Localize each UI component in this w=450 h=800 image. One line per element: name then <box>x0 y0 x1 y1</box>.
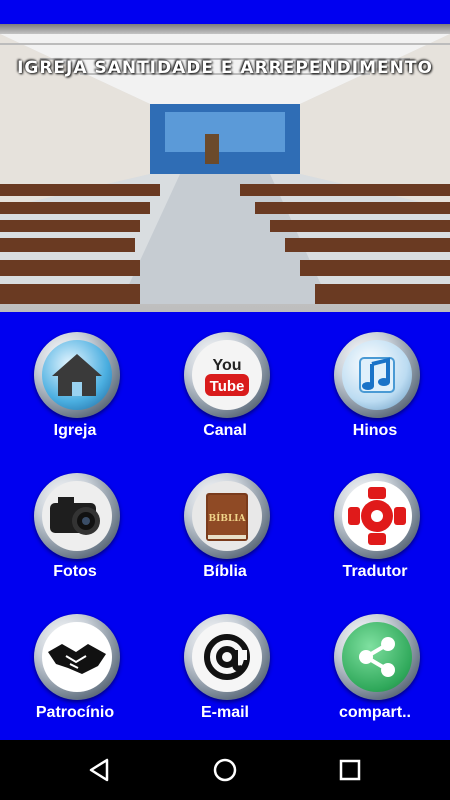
hinos-button[interactable] <box>334 332 420 418</box>
email-button[interactable] <box>184 614 270 700</box>
menu-item-email[interactable]: E-mail <box>150 600 300 740</box>
share-icon <box>342 622 412 692</box>
recents-square-icon <box>339 759 361 781</box>
tradutor-button[interactable] <box>334 473 420 559</box>
at-sign-icon <box>192 622 262 692</box>
camera-icon <box>42 481 112 551</box>
menu-item-canal[interactable]: You Tube Canal <box>150 318 300 458</box>
igreja-button[interactable] <box>34 332 120 418</box>
menu-item-biblia[interactable]: BÍBLIA Bíblia <box>150 459 300 599</box>
back-button[interactable] <box>85 754 117 786</box>
hinos-label: Hinos <box>352 422 398 439</box>
fotos-button[interactable] <box>34 473 120 559</box>
biblia-button[interactable]: BÍBLIA <box>184 473 270 559</box>
translator-icon <box>342 481 412 551</box>
handshake-icon <box>42 622 112 692</box>
menu-item-fotos[interactable]: Fotos <box>0 459 150 599</box>
home-icon <box>42 340 112 410</box>
patrocinio-button[interactable] <box>34 614 120 700</box>
canal-label: Canal <box>203 422 247 439</box>
patrocinio-label: Patrocínio <box>35 704 115 721</box>
menu-item-igreja[interactable]: Igreja <box>0 318 150 458</box>
menu-item-tradutor[interactable]: Tradutor <box>300 459 450 599</box>
share-button[interactable] <box>334 614 420 700</box>
home-nav-button[interactable] <box>209 754 241 786</box>
menu-item-hinos[interactable]: Hinos <box>300 318 450 458</box>
svg-text:Tube: Tube <box>210 378 245 395</box>
fotos-label: Fotos <box>53 563 97 580</box>
igreja-label: Igreja <box>53 422 97 439</box>
canal-button[interactable]: You Tube <box>184 332 270 418</box>
back-triangle-icon <box>89 758 109 782</box>
tradutor-label: Tradutor <box>342 563 408 580</box>
status-bar <box>0 0 450 24</box>
header-banner: IGREJA SANTIDADE E ARREPENDIMENTO <box>0 24 450 312</box>
youtube-icon: You Tube <box>192 340 262 410</box>
share-label: compart.. <box>338 704 411 721</box>
church-name-title: IGREJA SANTIDADE E ARREPENDIMENTO <box>17 58 433 78</box>
svg-text:BÍBLIA: BÍBLIA <box>209 512 247 524</box>
home-circle-icon <box>213 758 237 782</box>
menu-item-patrocinio[interactable]: Patrocínio <box>0 600 150 740</box>
music-note-icon <box>342 340 412 410</box>
menu-item-share[interactable]: compart.. <box>300 600 450 740</box>
recents-button[interactable] <box>334 754 366 786</box>
android-navigation-bar <box>0 740 450 800</box>
svg-text:You: You <box>212 357 241 374</box>
bible-icon: BÍBLIA <box>192 481 262 551</box>
menu-grid: Igreja You Tube Canal Hinos Fotos BÍBLIA… <box>0 318 450 738</box>
biblia-label: Bíblia <box>203 563 247 580</box>
email-label: E-mail <box>200 704 249 721</box>
